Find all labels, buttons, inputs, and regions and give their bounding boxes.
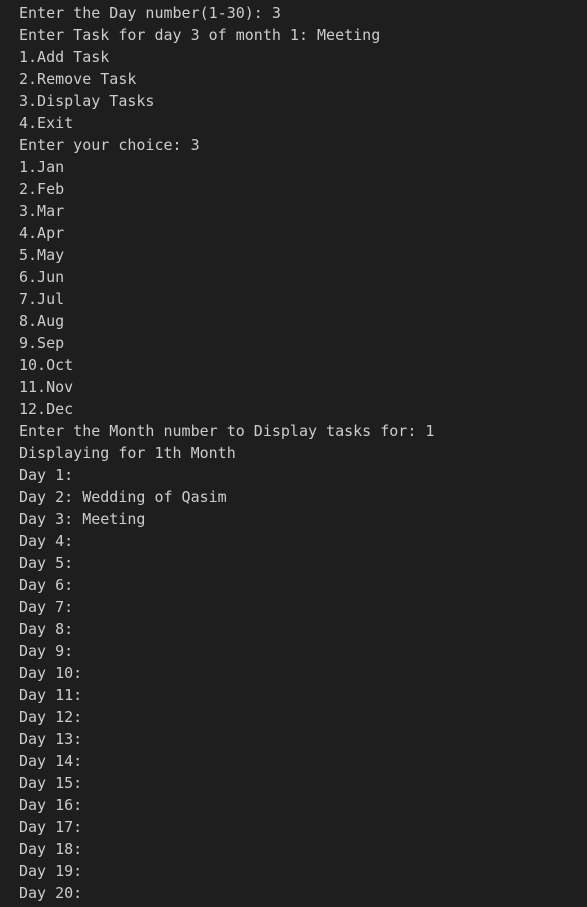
month-option: 7.Jul <box>19 290 65 308</box>
day-task-line: Day 15: <box>19 774 83 792</box>
month-option: 3.Mar <box>19 202 65 220</box>
day-task-line: Day 8: <box>19 620 74 638</box>
month-option: 6.Jun <box>19 268 65 286</box>
day-task-line: Day 3: Meeting <box>19 510 146 528</box>
prompt-day-number: Enter the Day number(1-30): 3 <box>19 4 281 22</box>
day-task-line: Day 19: <box>19 862 83 880</box>
day-task-line: Day 20: <box>19 884 83 902</box>
month-option: 2.Feb <box>19 180 65 198</box>
day-task-line: Day 2: Wedding of Qasim <box>19 488 227 506</box>
prompt-choice: Enter your choice: 3 <box>19 136 200 154</box>
day-task-line: Day 18: <box>19 840 83 858</box>
month-option: 8.Aug <box>19 312 65 330</box>
day-task-line: Day 13: <box>19 730 83 748</box>
month-option: 11.Nov <box>19 378 74 396</box>
month-option: 4.Apr <box>19 224 65 242</box>
month-option: 5.May <box>19 246 65 264</box>
menu-option-remove-task: 2.Remove Task <box>19 70 137 88</box>
day-task-line: Day 9: <box>19 642 74 660</box>
day-task-line: Day 1: <box>19 466 74 484</box>
display-heading: Displaying for 1th Month <box>19 444 236 462</box>
day-task-line: Day 7: <box>19 598 74 616</box>
day-task-line: Day 11: <box>19 686 83 704</box>
menu-option-exit: 4.Exit <box>19 114 74 132</box>
month-option: 1.Jan <box>19 158 65 176</box>
day-task-line: Day 10: <box>19 664 83 682</box>
day-task-line: Day 16: <box>19 796 83 814</box>
day-task-line: Day 6: <box>19 576 74 594</box>
month-option: 9.Sep <box>19 334 65 352</box>
prompt-task-entry: Enter Task for day 3 of month 1: Meeting <box>19 26 381 44</box>
day-task-line: Day 5: <box>19 554 74 572</box>
day-task-line: Day 4: <box>19 532 74 550</box>
day-task-line: Day 12: <box>19 708 83 726</box>
month-option: 10.Oct <box>19 356 74 374</box>
month-option: 12.Dec <box>19 400 74 418</box>
day-task-line: Day 14: <box>19 752 83 770</box>
prompt-month-number: Enter the Month number to Display tasks … <box>19 422 435 440</box>
day-task-line: Day 17: <box>19 818 83 836</box>
menu-option-add-task: 1.Add Task <box>19 48 110 66</box>
menu-option-display-tasks: 3.Display Tasks <box>19 92 155 110</box>
terminal-output[interactable]: Enter the Day number(1-30): 3 Enter Task… <box>0 0 587 907</box>
